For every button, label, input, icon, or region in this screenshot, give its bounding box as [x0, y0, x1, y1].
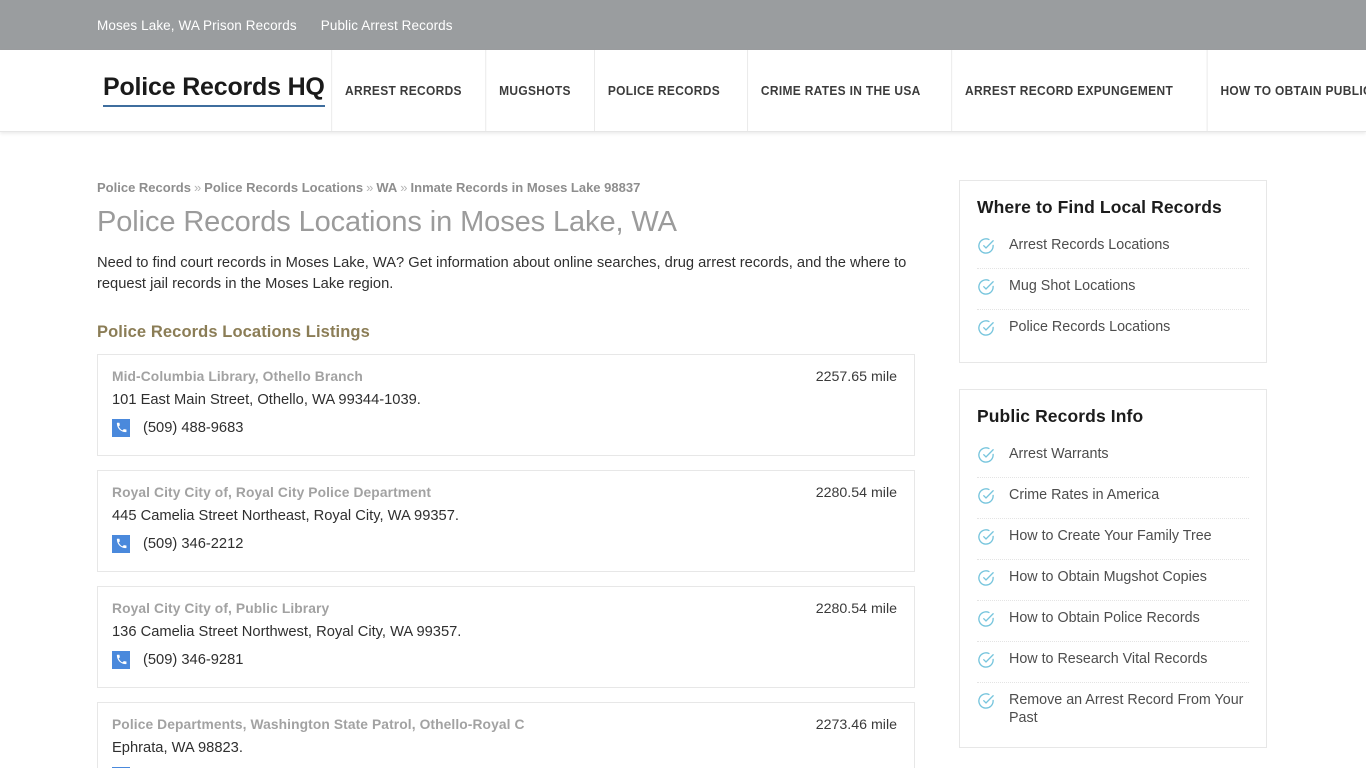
- site-logo[interactable]: Police Records HQ: [103, 74, 325, 108]
- listing-distance: 2280.54 mile: [815, 600, 897, 617]
- breadcrumb-separator: »: [366, 180, 374, 195]
- widget-title: Where to Find Local Records: [977, 197, 1222, 217]
- sidebar-link-arrest-warrants[interactable]: Arrest Warrants: [1009, 445, 1109, 463]
- listing-card[interactable]: Royal City City of, Public Library 2280.…: [97, 585, 915, 688]
- check-circle-icon: [977, 237, 995, 260]
- site-header: Police Records HQ ARREST RECORDS MUGSHOT…: [0, 50, 1366, 132]
- widget-link-list: Arrest Records Locations Mug Shot Locati…: [977, 228, 1249, 350]
- check-circle-icon: [977, 528, 995, 551]
- page-intro-text: Need to find court records in Moses Lake…: [97, 254, 907, 292]
- sidebar-link-crime-rates-in-america[interactable]: Crime Rates in America: [1009, 486, 1159, 504]
- breadcrumb-item-wa[interactable]: WA: [376, 180, 397, 195]
- listing-phone-row[interactable]: (509) 346-9281: [112, 650, 897, 669]
- list-item[interactable]: Arrest Records Locations: [977, 228, 1249, 269]
- listing-distance: 2273.46 mile: [815, 716, 897, 733]
- sidebar-link-arrest-records-locations[interactable]: Arrest Records Locations: [1009, 236, 1170, 254]
- breadcrumb-item-police-records[interactable]: Police Records: [97, 180, 191, 195]
- main-content: Police Records» Police Records Locations»…: [97, 180, 917, 768]
- phone-icon: [112, 534, 130, 553]
- breadcrumb-item-inmate-records[interactable]: Inmate Records in Moses Lake 98837: [411, 180, 641, 195]
- breadcrumb: Police Records» Police Records Locations»…: [97, 180, 917, 195]
- listing-header-row: Royal City City of, Public Library 2280.…: [112, 601, 897, 617]
- list-item[interactable]: How to Create Your Family Tree: [977, 519, 1249, 560]
- sidebar-link-remove-an-arrest-record[interactable]: Remove an Arrest Record From Your Past: [1009, 691, 1249, 727]
- check-circle-icon: [977, 692, 995, 715]
- breadcrumb-item-police-records-locations[interactable]: Police Records Locations: [204, 180, 363, 195]
- check-circle-icon: [977, 319, 995, 342]
- check-circle-icon: [977, 569, 995, 592]
- sidebar-link-police-records-locations[interactable]: Police Records Locations: [1009, 318, 1170, 336]
- check-circle-icon: [977, 278, 995, 301]
- sidebar-link-how-to-obtain-police-records[interactable]: How to Obtain Police Records: [1009, 609, 1200, 627]
- page-title: Police Records Locations in Moses Lake, …: [97, 206, 677, 238]
- list-item[interactable]: How to Obtain Mugshot Copies: [977, 560, 1249, 601]
- listing-name[interactable]: Police Departments, Washington State Pat…: [112, 717, 525, 732]
- listing-address: 101 East Main Street, Othello, WA 99344-…: [112, 391, 421, 408]
- topbar-link-prison-records[interactable]: Moses Lake, WA Prison Records: [97, 18, 297, 33]
- phone-icon: [112, 418, 130, 437]
- list-item[interactable]: Remove an Arrest Record From Your Past: [977, 683, 1249, 735]
- breadcrumb-separator: »: [400, 180, 408, 195]
- listing-distance: 2280.54 mile: [815, 484, 897, 501]
- check-circle-icon: [977, 487, 995, 510]
- listing-phone-number[interactable]: (509) 346-2212: [143, 536, 243, 552]
- listing-header-row: Police Departments, Washington State Pat…: [112, 717, 897, 733]
- listing-card[interactable]: Royal City City of, Royal City Police De…: [97, 469, 915, 572]
- list-item[interactable]: Mug Shot Locations: [977, 269, 1249, 310]
- check-circle-icon: [977, 610, 995, 633]
- list-item[interactable]: Arrest Warrants: [977, 437, 1249, 478]
- phone-icon: [112, 650, 130, 669]
- sidebar-link-how-to-create-your-family-tree[interactable]: How to Create Your Family Tree: [1009, 527, 1212, 545]
- nav-item-how-to-obtain-public-records[interactable]: HOW TO OBTAIN PUBLIC RECORDS: [1206, 50, 1366, 131]
- listing-address: 445 Camelia Street Northeast, Royal City…: [112, 507, 459, 524]
- page-body: Police Records» Police Records Locations»…: [0, 132, 1366, 768]
- listing-name[interactable]: Mid-Columbia Library, Othello Branch: [112, 369, 363, 384]
- listing-header-row: Mid-Columbia Library, Othello Branch 225…: [112, 369, 897, 385]
- breadcrumb-separator: »: [193, 180, 202, 195]
- sidebar: Where to Find Local Records Arrest Recor…: [959, 180, 1267, 768]
- listing-phone-number[interactable]: (509) 488-9683: [143, 420, 243, 436]
- listing-card[interactable]: Mid-Columbia Library, Othello Branch 225…: [97, 353, 915, 456]
- sidebar-link-how-to-research-vital-records[interactable]: How to Research Vital Records: [1009, 650, 1207, 668]
- widget-title: Public Records Info: [977, 406, 1144, 426]
- listing-distance: 2257.65 mile: [815, 368, 897, 385]
- check-circle-icon: [977, 651, 995, 674]
- listing-card[interactable]: Police Departments, Washington State Pat…: [97, 701, 915, 768]
- nav-item-crime-rates-in-the-usa[interactable]: CRIME RATES IN THE USA: [746, 50, 933, 131]
- sidebar-link-how-to-obtain-mugshot-copies[interactable]: How to Obtain Mugshot Copies: [1009, 568, 1207, 586]
- nav-item-police-records[interactable]: POLICE RECORDS: [593, 50, 733, 131]
- list-item[interactable]: Crime Rates in America: [977, 478, 1249, 519]
- listing-address: 136 Camelia Street Northwest, Royal City…: [112, 623, 462, 640]
- nav-item-arrest-record-expungement[interactable]: ARREST RECORD EXPUNGEMENT: [951, 50, 1186, 131]
- listing-phone-row[interactable]: (509) 346-2212: [112, 534, 897, 553]
- topbar-link-public-arrest-records[interactable]: Public Arrest Records: [321, 18, 453, 33]
- main-navigation: ARREST RECORDS MUGSHOTS POLICE RECORDS C…: [325, 50, 1366, 131]
- listing-phone-row[interactable]: (509) 488-9683: [112, 418, 897, 437]
- utility-topbar: Moses Lake, WA Prison Records Public Arr…: [0, 0, 1366, 50]
- list-item[interactable]: How to Research Vital Records: [977, 642, 1249, 683]
- listings-section-title: Police Records Locations Listings: [97, 322, 370, 341]
- widget-link-list: Arrest Warrants Crime Rates in America H…: [977, 437, 1249, 735]
- listing-header-row: Royal City City of, Royal City Police De…: [112, 485, 897, 501]
- logo-container[interactable]: Police Records HQ: [0, 50, 325, 131]
- nav-item-arrest-records[interactable]: ARREST RECORDS: [330, 50, 474, 131]
- widget-where-to-find-local-records: Where to Find Local Records Arrest Recor…: [959, 180, 1267, 363]
- listing-name[interactable]: Royal City City of, Royal City Police De…: [112, 485, 431, 500]
- list-item[interactable]: Police Records Locations: [977, 310, 1249, 350]
- nav-item-mugshots[interactable]: MUGSHOTS: [484, 50, 583, 131]
- list-item[interactable]: How to Obtain Police Records: [977, 601, 1249, 642]
- listing-address: Ephrata, WA 98823.: [112, 739, 243, 756]
- widget-public-records-info: Public Records Info Arrest Warrants Crim…: [959, 389, 1267, 748]
- listing-phone-number[interactable]: (509) 346-9281: [143, 652, 243, 668]
- check-circle-icon: [977, 446, 995, 469]
- listing-name[interactable]: Royal City City of, Public Library: [112, 601, 329, 616]
- sidebar-link-mug-shot-locations[interactable]: Mug Shot Locations: [1009, 277, 1135, 295]
